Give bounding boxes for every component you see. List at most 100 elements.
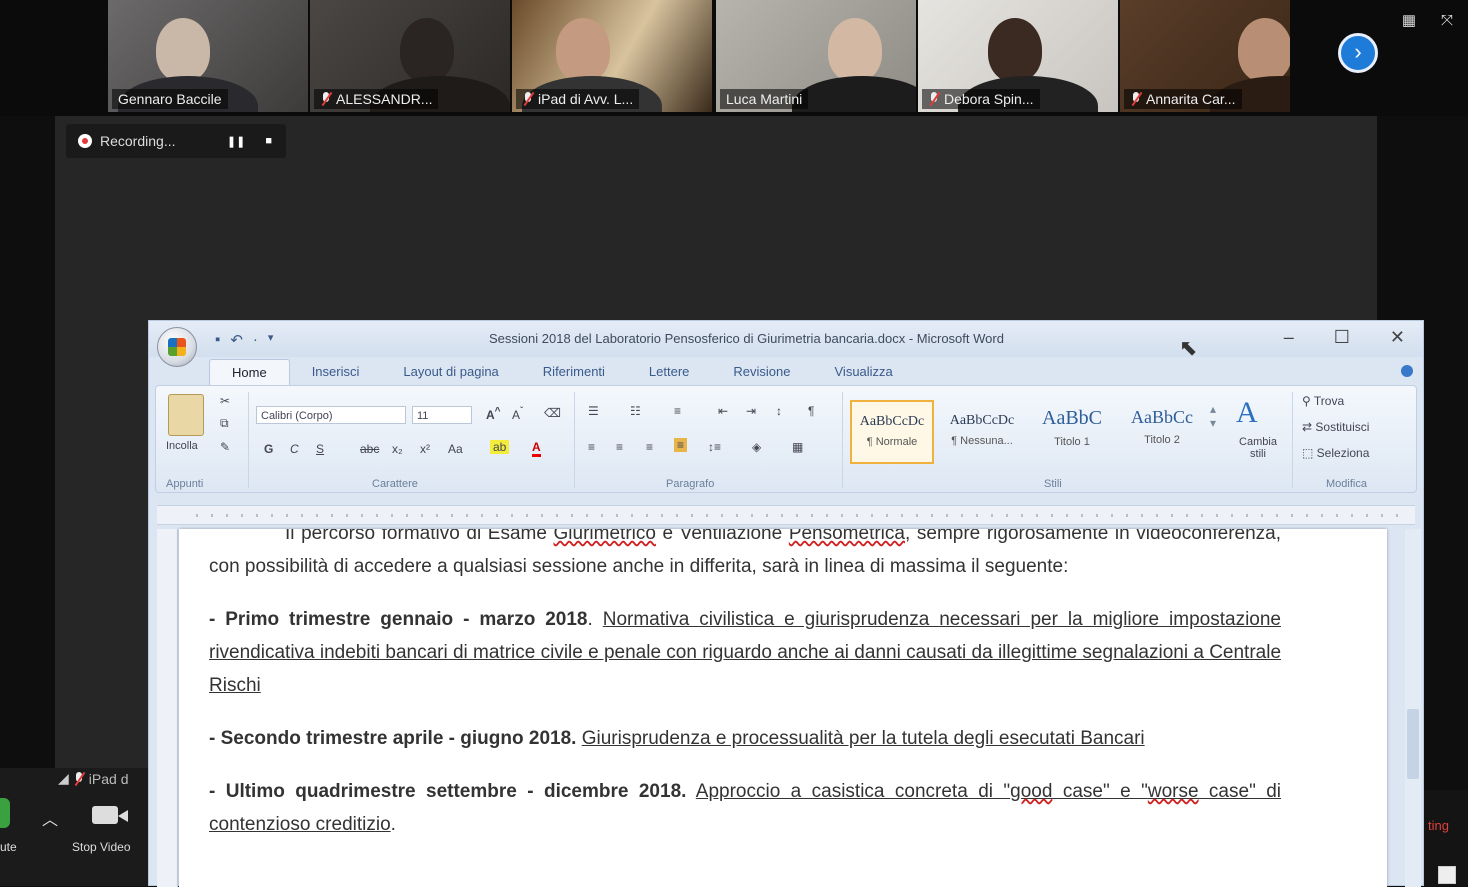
font-name-combo[interactable]: Calibri (Corpo) — [256, 406, 406, 424]
italic-icon[interactable]: C — [290, 442, 299, 456]
bullets-icon[interactable]: ☰ — [588, 404, 599, 418]
select-button[interactable]: ⬚ Seleziona — [1302, 446, 1369, 460]
stop-video-button[interactable]: Stop Video — [72, 840, 131, 854]
undo-icon[interactable]: ↶ — [230, 331, 243, 349]
group-label-paragraph: Paragrafo — [666, 478, 715, 490]
video-camera-icon[interactable] — [92, 806, 118, 824]
scroll-thumb[interactable] — [1407, 709, 1419, 779]
maximize-icon[interactable]: ☐ — [1334, 327, 1350, 348]
participant-name: Annarita Car... — [1124, 89, 1242, 109]
tab-view[interactable]: Visualizza — [813, 359, 915, 385]
chevron-up-icon[interactable]: ︿ — [42, 806, 58, 830]
participant-tile[interactable]: Gennaro Baccile — [108, 0, 308, 112]
ribbon-separator — [248, 392, 249, 488]
gallery-view-icon[interactable]: ▦ — [1400, 12, 1418, 30]
participant-tile[interactable]: iPad di Avv. L... — [512, 0, 712, 112]
group-label-editing: Modifica — [1326, 478, 1367, 490]
vertical-scrollbar[interactable] — [1405, 529, 1421, 887]
next-page-icon[interactable]: › — [1338, 33, 1378, 73]
tab-home[interactable]: Home — [209, 359, 290, 385]
recording-label: Recording... — [100, 133, 176, 149]
format-painter-icon[interactable]: ✎ — [220, 440, 230, 454]
show-marks-icon[interactable]: ¶ — [808, 404, 814, 418]
copy-icon[interactable]: ⧉ — [220, 416, 229, 431]
align-left-icon[interactable]: ≡ — [588, 440, 595, 454]
participant-tile[interactable]: ALESSANDR... — [310, 0, 510, 112]
style-heading-1[interactable]: AaBbC Titolo 1 — [1030, 400, 1114, 464]
ribbon-separator — [1292, 392, 1293, 488]
fullscreen-icon[interactable]: ⤧ — [1438, 12, 1456, 30]
clear-format-icon[interactable]: ⌫ — [544, 406, 561, 420]
change-styles-icon[interactable]: A — [1236, 396, 1258, 430]
bold-icon[interactable]: G — [264, 442, 273, 456]
mic-muted-icon — [928, 92, 940, 106]
minimize-icon[interactable]: – — [1284, 327, 1294, 348]
tab-mailings[interactable]: Lettere — [627, 359, 711, 385]
participant-tile[interactable]: Annarita Car... — [1120, 0, 1290, 112]
line-spacing-icon[interactable]: ↕≡ — [708, 440, 721, 454]
highlight-icon[interactable]: ab — [490, 440, 510, 454]
paste-button[interactable]: Incolla — [166, 440, 198, 452]
borders-icon[interactable]: ▦ — [792, 440, 803, 454]
find-button[interactable]: ⚲ Trova — [1302, 394, 1344, 408]
strikethrough-icon[interactable]: abc — [360, 442, 379, 456]
vertical-ruler[interactable] — [157, 529, 178, 887]
horizontal-ruler[interactable] — [157, 505, 1415, 525]
record-icon — [78, 134, 92, 148]
increase-indent-icon[interactable]: ⇥ — [746, 404, 756, 418]
style-no-spacing[interactable]: AaBbCcDc ¶ Nessuna... — [940, 400, 1024, 464]
cut-icon[interactable]: ✂ — [220, 394, 230, 408]
sort-icon[interactable]: ↕ — [776, 404, 782, 418]
meeting-controls-right: ting — [1424, 790, 1468, 886]
pause-icon[interactable]: ❚❚ — [227, 135, 245, 148]
numbering-icon[interactable]: ☷ — [630, 404, 641, 418]
customize-qat-icon[interactable]: ▾ — [268, 331, 274, 349]
redo-icon[interactable]: · — [253, 331, 258, 349]
word-window: ▪ ↶ · ▾ Sessioni 2018 del Laboratorio Pe… — [148, 320, 1424, 887]
underline-icon[interactable]: S — [316, 442, 324, 456]
shading-icon[interactable]: ◈ — [752, 440, 761, 454]
intro-paragraph: Il percorso formativo di Esame Giurimetr… — [209, 529, 1282, 577]
replace-button[interactable]: ⇄ Sostituisci — [1302, 420, 1369, 434]
subscript-icon[interactable]: x₂ — [392, 442, 403, 456]
multilevel-list-icon[interactable]: ≡ — [674, 404, 681, 418]
mic-muted-icon — [320, 92, 332, 106]
stop-icon[interactable]: ■ — [265, 135, 272, 148]
paste-icon[interactable] — [168, 394, 204, 436]
replace-icon: ⇄ — [1302, 420, 1316, 434]
styles-scroll-icon[interactable]: ▴ ▾ — [1210, 402, 1216, 430]
save-icon[interactable]: ▪ — [215, 331, 220, 349]
shrink-font-icon[interactable]: Aˇ — [512, 406, 523, 422]
change-case-icon[interactable]: Aa — [448, 442, 463, 456]
participant-tile[interactable]: Luca Martini — [716, 0, 916, 112]
font-color-icon[interactable]: A — [532, 440, 541, 457]
help-icon[interactable] — [1401, 365, 1413, 377]
justify-icon[interactable]: ≡ — [674, 438, 688, 452]
align-right-icon[interactable]: ≡ — [646, 440, 653, 454]
window-controls: – ☐ ✕ — [1284, 327, 1405, 348]
binoculars-icon: ⚲ — [1302, 394, 1314, 408]
close-icon[interactable]: ✕ — [1390, 327, 1405, 348]
office-button-icon[interactable] — [157, 327, 197, 367]
superscript-icon[interactable]: x² — [420, 442, 430, 456]
window-icon — [1438, 866, 1456, 884]
grow-font-icon[interactable]: A^ — [486, 406, 501, 422]
decrease-indent-icon[interactable]: ⇤ — [718, 404, 728, 418]
tab-insert[interactable]: Inserisci — [290, 359, 382, 385]
style-normal[interactable]: AaBbCcDc ¶ Normale — [850, 400, 934, 464]
participant-tile[interactable]: Debora Spin... — [918, 0, 1118, 112]
mic-muted-icon — [522, 92, 534, 106]
tab-page-layout[interactable]: Layout di pagina — [381, 359, 520, 385]
tab-references[interactable]: Riferimenti — [521, 359, 627, 385]
font-size-combo[interactable]: 11 — [412, 406, 472, 424]
participant-name: Luca Martini — [720, 89, 809, 109]
document-page[interactable]: Il percorso formativo di Esame Giurimetr… — [179, 529, 1387, 887]
video-camera-lens — [118, 810, 128, 822]
tab-review[interactable]: Revisione — [711, 359, 812, 385]
document-body[interactable]: Il percorso formativo di Esame Giurimetr… — [209, 529, 1281, 861]
style-heading-2[interactable]: AaBbCc Titolo 2 — [1120, 400, 1204, 464]
align-center-icon[interactable]: ≡ — [616, 440, 623, 454]
mute-icon[interactable] — [0, 798, 10, 828]
change-styles-button[interactable]: Cambia stili — [1230, 436, 1286, 460]
ribbon: Incolla ✂ ⧉ ✎ Appunti Calibri (Corpo) 11… — [155, 385, 1417, 493]
